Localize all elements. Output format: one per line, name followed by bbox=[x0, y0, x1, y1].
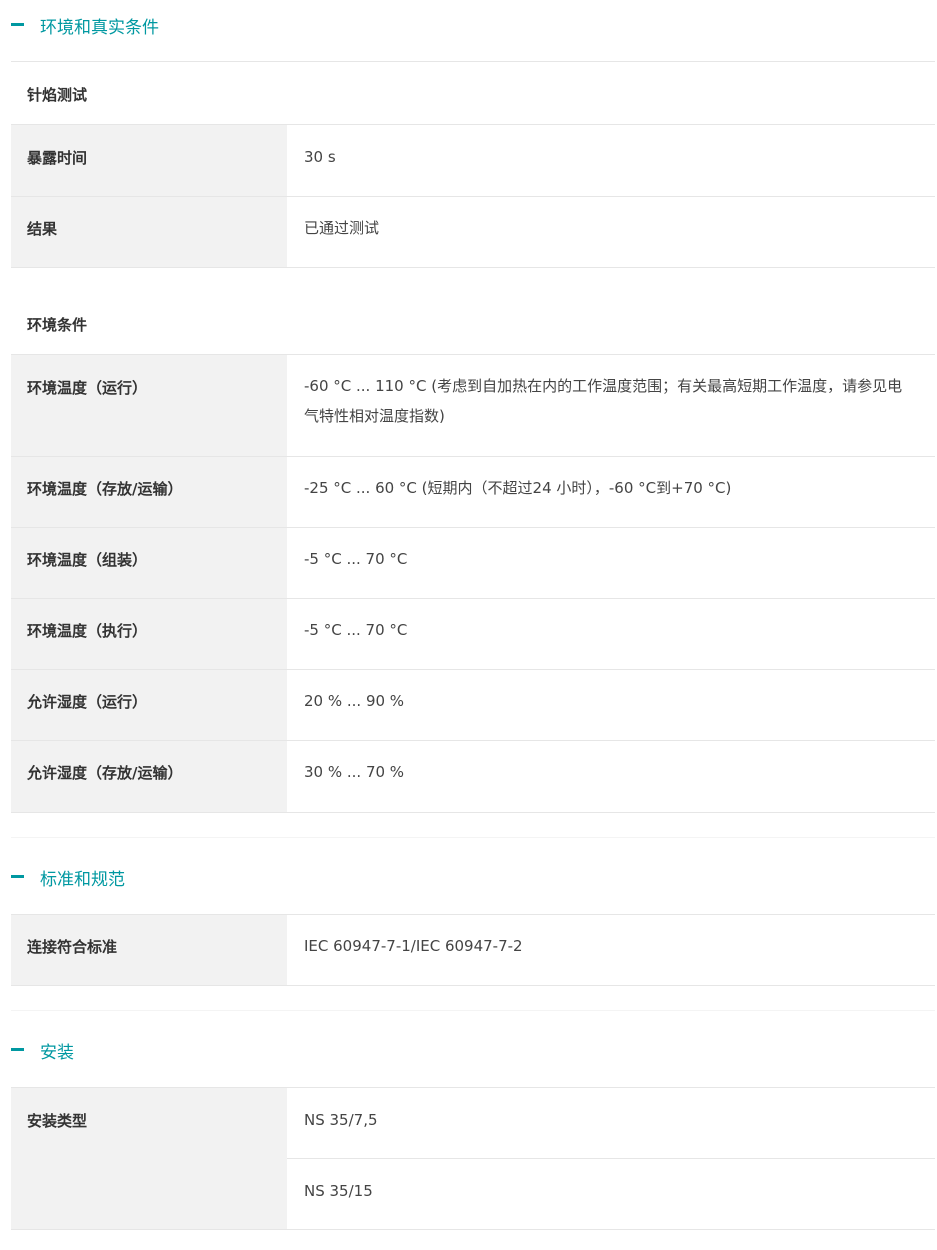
table-row: 环境温度（组装） -5 °C ... 70 °C bbox=[11, 528, 935, 599]
section-header-standards[interactable]: 标准和规范 bbox=[0, 864, 937, 890]
row-label: 环境温度（执行） bbox=[27, 622, 148, 640]
row-value: NS 35/15 bbox=[304, 1182, 373, 1200]
table-row: 安装类型 NS 35/7,5 NS 35/15 bbox=[11, 1087, 935, 1230]
row-value: IEC 60947-7-1/IEC 60947-7-2 bbox=[304, 937, 523, 955]
section-header-environment[interactable]: 环境和真实条件 bbox=[0, 12, 937, 38]
table-row: 结果 已通过测试 bbox=[11, 197, 935, 268]
row-label: 结果 bbox=[27, 220, 58, 238]
table-row: 允许湿度（存放/运输） 30 % ... 70 % bbox=[11, 741, 935, 813]
minus-icon bbox=[11, 875, 24, 878]
row-label: 安装类型 bbox=[27, 1112, 88, 1130]
row-label: 环境温度（存放/运输） bbox=[27, 480, 183, 498]
row-value: 30 s bbox=[304, 148, 336, 166]
row-value: -60 °C ... 110 °C (考虑到自加热在内的工作温度范围；有关最高短… bbox=[304, 377, 903, 425]
row-label: 连接符合标准 bbox=[27, 938, 118, 956]
section-header-mounting[interactable]: 安装 bbox=[0, 1037, 937, 1063]
group-title-glow-wire: 针焰测试 bbox=[27, 86, 88, 104]
row-label: 暴露时间 bbox=[27, 149, 88, 167]
row-value: 已通过测试 bbox=[304, 219, 380, 237]
section-title: 环境和真实条件 bbox=[40, 18, 159, 38]
section-title: 标准和规范 bbox=[40, 870, 125, 890]
row-value: NS 35/7,5 bbox=[304, 1111, 378, 1129]
divider bbox=[11, 61, 935, 62]
minus-icon bbox=[11, 23, 24, 26]
row-label: 允许湿度（运行） bbox=[27, 693, 148, 711]
table-row: 允许湿度（运行） 20 % ... 90 % bbox=[11, 670, 935, 741]
section-title: 安装 bbox=[40, 1043, 74, 1063]
divider bbox=[11, 837, 935, 838]
group-title-ambient: 环境条件 bbox=[27, 316, 88, 334]
divider bbox=[287, 1158, 935, 1159]
table-row: 连接符合标准 IEC 60947-7-1/IEC 60947-7-2 bbox=[11, 914, 935, 986]
row-value: -5 °C ... 70 °C bbox=[304, 621, 408, 639]
row-value: -25 °C ... 60 °C (短期内（不超过24 小时），-60 °C到+… bbox=[304, 479, 732, 497]
row-value: 20 % ... 90 % bbox=[304, 692, 405, 710]
table-row: 环境温度（存放/运输） -25 °C ... 60 °C (短期内（不超过24 … bbox=[11, 457, 935, 528]
row-value: 30 % ... 70 % bbox=[304, 763, 405, 781]
row-label: 环境温度（运行） bbox=[27, 379, 148, 397]
table-row: 环境温度（运行） -60 °C ... 110 °C (考虑到自加热在内的工作温… bbox=[11, 354, 935, 457]
table-row: 暴露时间 30 s bbox=[11, 124, 935, 197]
table-row: 环境温度（执行） -5 °C ... 70 °C bbox=[11, 599, 935, 670]
row-label: 环境温度（组装） bbox=[27, 551, 148, 569]
divider bbox=[11, 1010, 935, 1011]
minus-icon bbox=[11, 1048, 24, 1051]
row-value: -5 °C ... 70 °C bbox=[304, 550, 408, 568]
row-label: 允许湿度（存放/运输） bbox=[27, 764, 183, 782]
